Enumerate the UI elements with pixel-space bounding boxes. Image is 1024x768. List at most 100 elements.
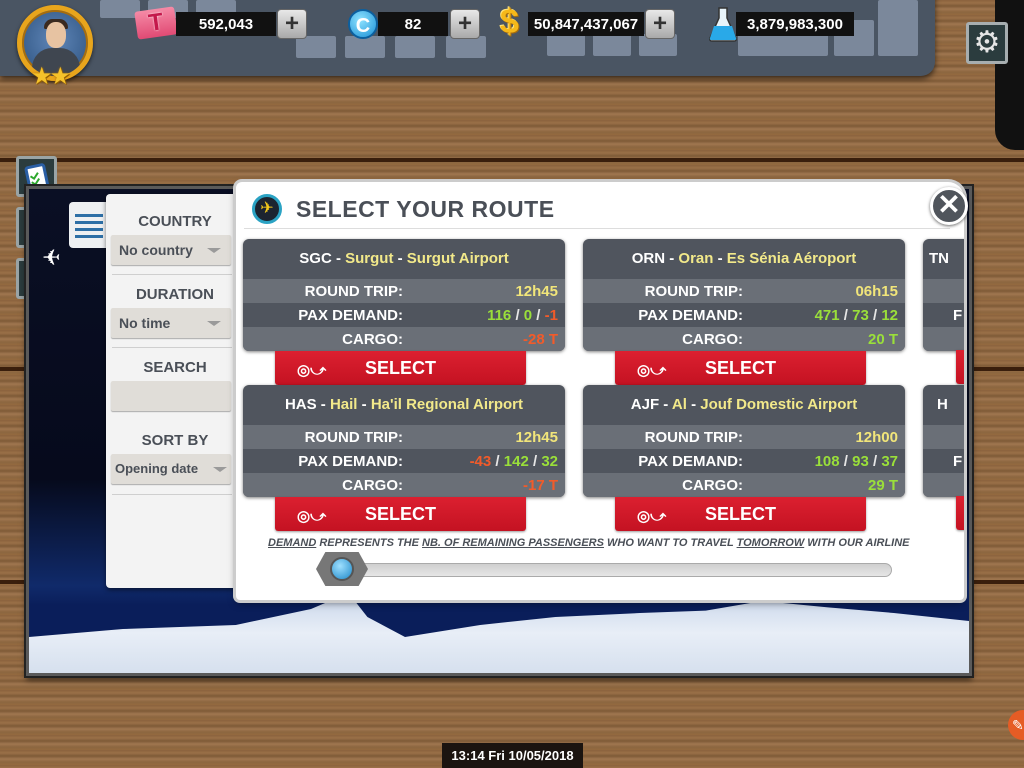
round-trip-row: ROUND TRIP: 12h45	[243, 279, 565, 303]
select-route-button[interactable]: ◎⤻ SELECT	[275, 351, 526, 385]
pax-demand-value: 108	[814, 453, 840, 470]
route-card-partial: H F	[923, 385, 964, 497]
scrollbar-thumb[interactable]	[316, 552, 368, 586]
flask-icon	[709, 7, 737, 42]
airport-code: HAS	[284, 396, 317, 413]
airport-code: SGC	[299, 250, 332, 267]
pax-demand-label: PAX DEMAND:	[298, 307, 403, 324]
target-arrow-icon: ◎⤻	[297, 508, 327, 525]
gear-icon: ⚙	[973, 26, 1001, 59]
city-name: Surgut	[345, 250, 394, 267]
select-route-button[interactable]: ◎⤻ SELECT	[275, 497, 526, 531]
round-trip-label: ROUND TRIP:	[644, 429, 743, 446]
country-dropdown[interactable]: No country	[111, 235, 231, 265]
cargo-label: CARGO:	[682, 331, 743, 348]
filter-menu-toggle[interactable]	[69, 202, 109, 248]
pax-demand-value: 12	[881, 307, 898, 324]
duration-value: No time	[119, 315, 171, 331]
tshirts-value: 592,043	[176, 12, 276, 36]
cargo-row: CARGO: -17 T	[243, 473, 565, 497]
select-button-partial[interactable]	[956, 496, 964, 530]
pax-demand-row: PAX DEMAND: 471 / 73 / 12	[638, 307, 898, 324]
sort-value: Opening date	[115, 461, 199, 476]
pax-demand-value: 32	[541, 453, 558, 470]
pax-demand-value: 142	[503, 453, 529, 470]
cargo-row: CARGO: 29 T	[583, 473, 905, 497]
round-trip-row: ROUND TRIP: 12h45	[243, 425, 565, 449]
cargo-value: -28 T	[522, 331, 558, 348]
select-label: SELECT	[364, 504, 436, 524]
round-trip-value: 12h45	[515, 283, 558, 300]
cargo-row: CARGO: 20 T	[583, 327, 905, 351]
cargo-label: CARGO:	[342, 331, 403, 348]
route-plane-icon: ✈	[252, 194, 282, 224]
target-arrow-icon: ◎⤻	[637, 362, 667, 379]
select-route-button[interactable]: ◎⤻ SELECT	[615, 497, 866, 531]
route-card: AJF - Al - Jouf Domestic Airport ROUND T…	[583, 385, 905, 497]
cash-value: 50,847,437,067	[528, 12, 644, 36]
route-card: SGC - Surgut - Surgut Airport ROUND TRIP…	[243, 239, 565, 351]
coin-icon: C	[348, 9, 378, 39]
divider	[244, 228, 950, 229]
airport-name: Es Sénia Aéroport	[726, 250, 857, 267]
route-title: ORN - Oran - Es Sénia Aéroport	[631, 250, 857, 267]
pax-demand-label: PAX DEMAND:	[638, 453, 743, 470]
add-cash-button[interactable]: +	[645, 9, 675, 39]
pax-demand-value: -1	[544, 307, 558, 324]
city-name: Hail	[329, 396, 358, 413]
divider	[112, 274, 232, 275]
plank-seam	[0, 158, 1024, 162]
country-value: No country	[119, 242, 193, 258]
route-title: HAS - Hail - Ha'il Regional Airport	[284, 396, 524, 413]
airport-name: Ha'il Regional Airport	[370, 396, 524, 413]
round-trip-label: ROUND TRIP:	[644, 283, 743, 300]
pax-demand-value: 37	[881, 453, 898, 470]
round-trip-value: 12h45	[515, 429, 558, 446]
airport-code: ORN	[631, 250, 666, 267]
add-coins-button[interactable]: +	[450, 9, 480, 39]
chevron-down-icon	[213, 467, 227, 472]
cargo-label: CARGO:	[682, 477, 743, 494]
cargo-value: -17 T	[522, 477, 558, 494]
sort-dropdown[interactable]: Opening date	[111, 454, 231, 484]
select-button-partial[interactable]	[956, 350, 964, 384]
divider	[112, 347, 232, 348]
pax-demand-label: PAX DEMAND:	[638, 307, 743, 324]
round-trip-row: ROUND TRIP: 12h00	[583, 425, 905, 449]
plane-icon: ✈	[42, 244, 61, 269]
duration-label: DURATION	[135, 286, 215, 303]
chevron-down-icon	[207, 248, 221, 253]
coins-value: 82	[378, 12, 448, 36]
country-label: COUNTRY	[138, 213, 212, 230]
route-title: AJF - Al - Jouf Domestic Airport	[630, 396, 858, 413]
route-list-scrollbar[interactable]	[326, 563, 892, 577]
round-trip-value: 12h00	[855, 429, 898, 446]
cargo-value: 29 T	[867, 477, 898, 494]
scrollbar-knob	[330, 557, 354, 581]
target-arrow-icon: ◎⤻	[637, 508, 667, 525]
pax-demand-value: 0	[523, 307, 533, 324]
duration-dropdown[interactable]: No time	[111, 308, 231, 338]
select-route-dialog: ✈ SELECT YOUR ROUTE SGC - Surgut - Surgu…	[236, 182, 964, 600]
select-label: SELECT	[704, 358, 776, 378]
pax-demand-row: PAX DEMAND: 116 / 0 / -1	[298, 307, 558, 324]
search-input[interactable]	[111, 381, 231, 411]
sort-label: SORT BY	[141, 432, 209, 449]
add-tshirts-button[interactable]: +	[277, 9, 307, 39]
airport-name: Jouf Domestic Airport	[700, 396, 858, 413]
settings-button[interactable]: ⚙	[966, 22, 1008, 64]
dialog-title: SELECT YOUR ROUTE	[296, 196, 555, 222]
clouds	[29, 593, 969, 673]
route-card-partial: TN F	[923, 239, 964, 351]
pax-demand-row: PAX DEMAND: -43 / 142 / 32	[298, 453, 558, 470]
close-dialog-button[interactable]: ✕	[930, 187, 968, 225]
select-route-button[interactable]: ◎⤻ SELECT	[615, 351, 866, 385]
game-clock: 13:14 Fri 10/05/2018	[442, 743, 583, 768]
pax-demand-row: PAX DEMAND: 108 / 93 / 37	[638, 453, 898, 470]
airport-code: AJF	[630, 396, 660, 413]
share-icon[interactable]: ✎	[1008, 710, 1024, 740]
select-label: SELECT	[704, 504, 776, 524]
research-value: 3,879,983,300	[736, 12, 854, 36]
pax-demand-value: 116	[487, 307, 512, 324]
demand-note: DEMAND REPRESENTS THE NB. OF REMAINING P…	[268, 537, 910, 549]
